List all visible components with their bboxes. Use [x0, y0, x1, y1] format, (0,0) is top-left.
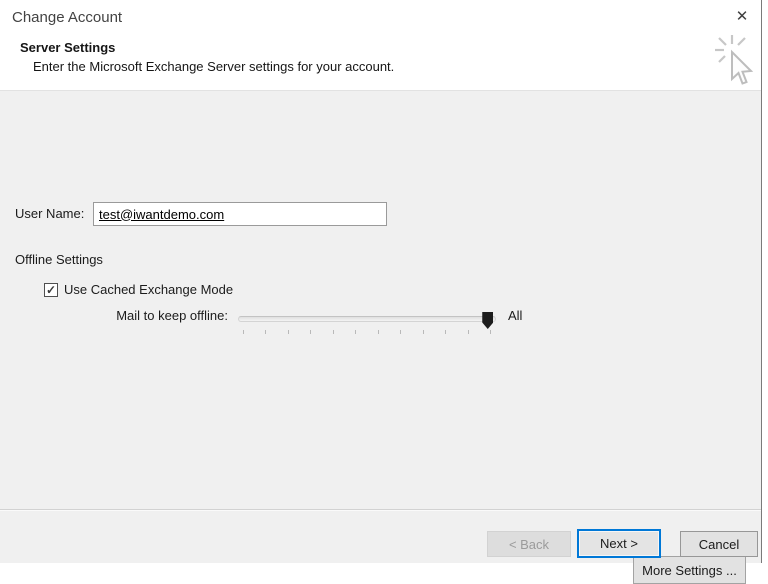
- change-account-dialog: Change Account ✕ Server Settings Enter t…: [0, 0, 762, 584]
- next-button[interactable]: Next >: [577, 529, 661, 558]
- cached-exchange-mode-row: ✓ Use Cached Exchange Mode: [44, 282, 233, 297]
- mail-offline-label: Mail to keep offline:: [116, 308, 228, 323]
- cached-exchange-mode-checkbox[interactable]: ✓: [44, 282, 58, 297]
- close-button[interactable]: ✕: [729, 3, 755, 29]
- offline-settings-label: Offline Settings: [15, 252, 103, 267]
- slider-value-label: All: [508, 308, 523, 323]
- screenshot-stage: Change Account ✕ Server Settings Enter t…: [0, 0, 768, 584]
- cancel-button[interactable]: Cancel: [680, 531, 758, 557]
- click-cursor-starburst-icon: [712, 35, 756, 92]
- close-icon: ✕: [735, 8, 749, 25]
- dialog-content: User Name: Offline Settings ✓ Use Cached…: [0, 92, 761, 584]
- more-settings-button[interactable]: More Settings ...: [633, 556, 746, 584]
- back-button[interactable]: < Back: [487, 531, 571, 557]
- page-subtitle: Enter the Microsoft Exchange Server sett…: [33, 59, 395, 74]
- slider-thumb[interactable]: [482, 312, 494, 329]
- mail-offline-slider: [238, 308, 496, 336]
- cached-exchange-mode-label: Use Cached Exchange Mode: [64, 282, 234, 297]
- slider-track[interactable]: [238, 316, 496, 322]
- footer-divider: [0, 509, 761, 511]
- slider-ticks: [243, 330, 491, 335]
- window-title: Change Account: [12, 9, 123, 26]
- dialog-header: Change Account ✕ Server Settings Enter t…: [0, 0, 761, 91]
- page-title: Server Settings: [20, 40, 116, 55]
- checkmark-icon: ✓: [45, 282, 57, 297]
- user-name-input[interactable]: [93, 202, 387, 226]
- user-name-label: User Name:: [15, 206, 85, 221]
